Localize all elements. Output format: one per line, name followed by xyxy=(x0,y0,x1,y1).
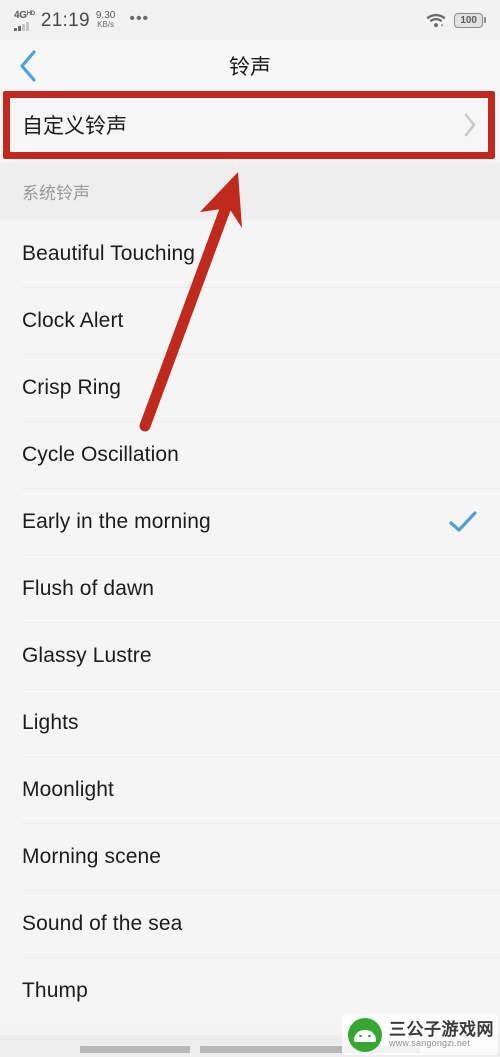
chevron-left-icon xyxy=(17,49,39,83)
ringtone-name: Sound of the sea xyxy=(22,911,183,935)
watermark-site-url: www.sangongzi.net xyxy=(389,1038,470,1049)
ringtone-list-item[interactable]: Glassy Lustre xyxy=(0,622,500,689)
ringtone-name: Crisp Ring xyxy=(22,375,122,399)
status-bar-left: 4G HD 21:19 9.30 KB/s ••• xyxy=(14,10,149,31)
back-button[interactable] xyxy=(0,40,56,92)
page-title: 铃声 xyxy=(229,56,271,79)
ringtone-name: Glassy Lustre xyxy=(22,643,152,667)
nav-recents-bar[interactable] xyxy=(80,1046,190,1053)
ringtone-name: Early in the morning xyxy=(22,509,211,533)
battery-level-label: 100 xyxy=(454,12,483,28)
nav-home-bar[interactable] xyxy=(200,1046,355,1053)
ringtone-list-item[interactable]: Clock Alert xyxy=(0,287,500,354)
cellular-indicator: 4G HD xyxy=(14,9,35,31)
ringtone-list-item[interactable]: Flush of dawn xyxy=(0,555,500,622)
ringtone-list-item[interactable]: Crisp Ring xyxy=(0,354,500,421)
ringtone-list-item[interactable]: Lights xyxy=(0,689,500,756)
site-watermark: 三公子游戏网 www.sangongzi.net xyxy=(342,1014,498,1055)
phone-screen: 4G HD 21:19 9.30 KB/s ••• 100 铃声 自定义铃声 系… xyxy=(0,0,500,1057)
ringtone-list-item[interactable]: Sound of the sea xyxy=(0,890,500,957)
status-bar-right: 100 xyxy=(426,12,486,28)
android-robot-icon xyxy=(348,1018,382,1052)
check-icon xyxy=(448,510,478,534)
status-overflow-dots: ••• xyxy=(129,9,150,27)
network-speed-unit: KB/s xyxy=(97,20,115,30)
ringtone-list-item[interactable]: Beautiful Touching xyxy=(0,220,500,287)
ringtone-name: Moonlight xyxy=(22,777,114,801)
ringtone-list-item[interactable]: Cycle Oscillation xyxy=(0,421,500,488)
battery-cap xyxy=(484,17,486,23)
network-type-label: 4G HD xyxy=(14,9,35,21)
section-header-system-ringtones: 系统铃声 xyxy=(0,163,500,220)
custom-ringtone-row[interactable]: 自定义铃声 xyxy=(0,96,500,154)
ringtone-list-item[interactable]: Moonlight xyxy=(0,756,500,823)
ringtone-name: Cycle Oscillation xyxy=(22,442,179,466)
chevron-right-icon xyxy=(462,111,478,139)
section-header-label: 系统铃声 xyxy=(22,184,90,203)
ringtone-name: Morning scene xyxy=(22,844,162,868)
network-speed-indicator: 9.30 KB/s xyxy=(96,10,115,30)
signal-strength-icon xyxy=(14,21,29,31)
wifi-icon xyxy=(426,13,446,28)
ringtone-list: Beautiful Touching Clock Alert Crisp Ring C… xyxy=(0,220,500,1024)
ringtone-name: Thump xyxy=(22,978,88,1002)
ringtone-name: Lights xyxy=(22,710,79,734)
ringtone-list-item[interactable]: Morning scene xyxy=(0,823,500,890)
ringtone-name: Beautiful Touching xyxy=(22,241,196,265)
ringtone-name: Clock Alert xyxy=(22,308,124,332)
status-clock: 21:19 xyxy=(40,9,90,31)
ringtone-name: Flush of dawn xyxy=(22,576,155,600)
app-bar: 铃声 xyxy=(0,40,500,92)
ringtone-list-item[interactable]: Early in the morning xyxy=(0,488,500,555)
status-bar: 4G HD 21:19 9.30 KB/s ••• 100 xyxy=(0,0,500,40)
custom-ringtone-label: 自定义铃声 xyxy=(22,115,127,138)
watermark-text: 三公子游戏网 www.sangongzi.net xyxy=(389,1019,494,1049)
watermark-site-name: 三公子游戏网 xyxy=(389,1019,494,1039)
battery-icon: 100 xyxy=(454,12,486,28)
